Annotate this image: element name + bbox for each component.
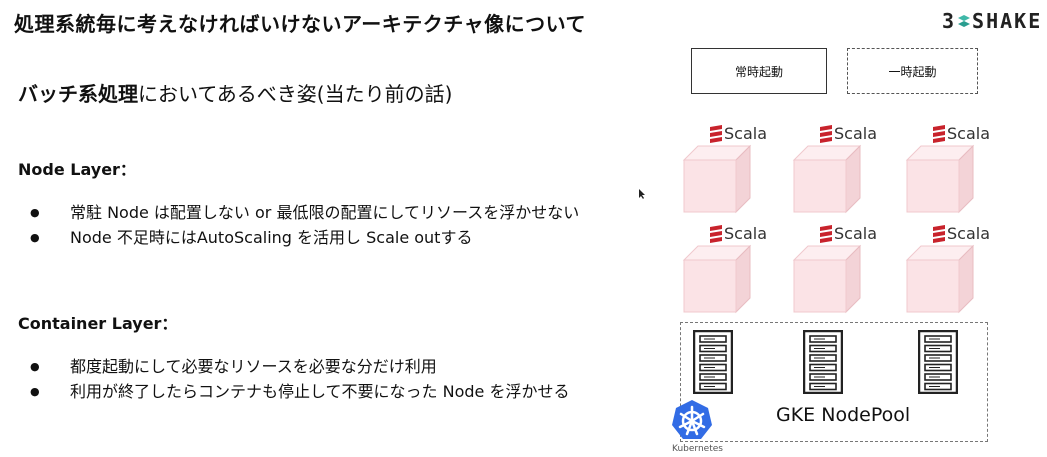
legend-temporary-label: 一時起動: [888, 64, 937, 79]
slide-title: 処理系統毎に考えなければいけないアーキテクチャ像について: [14, 12, 586, 36]
container-cube: Scala: [905, 224, 997, 334]
brand-logo: 3 SHAKE: [942, 9, 1042, 33]
container-cube: Scala: [682, 124, 774, 234]
legend-resident: 常時起動: [691, 48, 827, 94]
slide-subtitle: バッチ系処理においてあるべき姿(当たり前の話): [18, 78, 452, 107]
section-heading-container-layer: Container Layer：: [18, 314, 178, 333]
server-icon: [803, 330, 843, 394]
brand-logo-number: 3: [942, 9, 957, 33]
scala-label: Scala: [933, 224, 990, 243]
scala-label: Scala: [820, 124, 877, 143]
scala-text: Scala: [724, 224, 768, 243]
nodepool-label: GKE NodePool: [776, 404, 911, 426]
legend-resident-label: 常時起動: [734, 64, 783, 79]
scala-icon: [933, 224, 945, 243]
brand-logo-mark-icon: [958, 15, 971, 27]
brand-logo-text: SHAKE: [972, 9, 1043, 33]
server-icon: [693, 330, 733, 394]
mouse-cursor-icon: [639, 189, 645, 199]
list-item: Node 不足時にはAutoScaling を活用し Scale outする: [30, 225, 630, 250]
scala-text: Scala: [947, 124, 991, 143]
scala-icon: [933, 124, 945, 143]
kubernetes-icon: [672, 400, 712, 439]
legend-temporary: 一時起動: [847, 48, 978, 94]
scala-label: Scala: [710, 224, 767, 243]
container-layer-list: 都度起動にして必要なリソースを必要な分だけ利用 利用が終了したらコンテナも停止し…: [30, 354, 630, 404]
container-cube: Scala: [792, 224, 884, 334]
list-item: 都度起動にして必要なリソースを必要な分だけ利用: [30, 354, 630, 379]
scala-text: Scala: [947, 224, 991, 243]
section-heading-node-layer: Node Layer：: [18, 160, 136, 179]
scala-icon: [820, 124, 832, 143]
scala-icon: [820, 224, 832, 243]
scala-label: Scala: [820, 224, 877, 243]
scala-label: Scala: [933, 124, 990, 143]
scala-label: Scala: [710, 124, 767, 143]
container-cube: Scala: [792, 124, 884, 234]
server-icon: [918, 330, 958, 394]
list-item: 常駐 Node は配置しない or 最低限の配置にしてリソースを浮かせない: [30, 200, 610, 225]
scala-icon: [710, 224, 722, 243]
container-cube: Scala: [682, 224, 774, 334]
scala-text: Scala: [834, 124, 878, 143]
subtitle-rest: においてあるべき姿(当たり前の話): [138, 82, 453, 106]
scala-text: Scala: [724, 124, 768, 143]
list-item: 利用が終了したらコンテナも停止して不要になった Node を浮かせる: [30, 379, 610, 404]
kubernetes-label: Kubernetes: [672, 444, 723, 454]
scala-icon: [710, 124, 722, 143]
node-layer-list: 常駐 Node は配置しない or 最低限の配置にしてリソースを浮かせない No…: [30, 200, 630, 250]
scala-text: Scala: [834, 224, 878, 243]
subtitle-emphasis: バッチ系処理: [18, 82, 138, 106]
container-cube: Scala: [905, 124, 997, 234]
